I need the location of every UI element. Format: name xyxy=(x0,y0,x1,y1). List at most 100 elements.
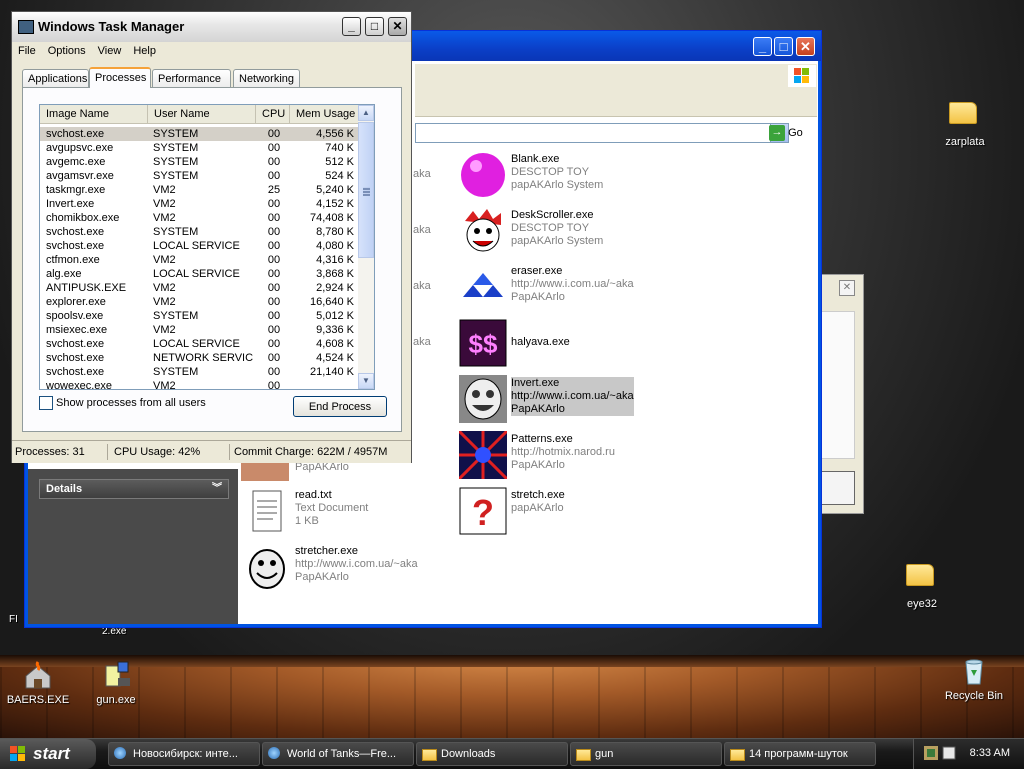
desktop-icon-zarplata[interactable]: zarplata xyxy=(925,96,1005,148)
process-list[interactable]: Image Name User Name CPU Mem Usage svcho… xyxy=(39,104,375,390)
process-user-name: SYSTEM xyxy=(153,156,199,168)
table-row[interactable]: svchost.exe SYSTEM 00 4,556 K xyxy=(40,127,360,141)
go-label: Go xyxy=(788,126,803,139)
window-title: Windows Task Manager xyxy=(38,19,185,34)
details-panel-header[interactable]: Details ︾ xyxy=(39,479,229,499)
process-cpu: 00 xyxy=(267,380,281,390)
start-button[interactable]: start xyxy=(0,739,96,769)
maximize-button[interactable]: □ xyxy=(365,17,384,36)
close-button[interactable]: ✕ xyxy=(796,37,815,56)
process-image-name: svchost.exe xyxy=(46,226,105,238)
process-user-name: SYSTEM xyxy=(153,170,199,182)
tab-networking[interactable]: Networking xyxy=(233,69,300,87)
folder-icon xyxy=(906,564,938,594)
column-cpu[interactable]: CPU xyxy=(256,105,290,123)
table-row[interactable]: svchost.exe LOCAL SERVICE 00 4,608 K xyxy=(40,337,360,351)
table-row[interactable]: svchost.exe SYSTEM 00 21,140 K xyxy=(40,365,360,379)
table-row[interactable]: spoolsv.exe SYSTEM 00 5,012 K xyxy=(40,309,360,323)
background-dialog: ✕ xyxy=(820,274,864,514)
table-row[interactable]: ANTIPUSK.EXE VM2 00 2,924 K xyxy=(40,281,360,295)
minimize-button[interactable]: _ xyxy=(342,17,361,36)
file-name: eraser.exe xyxy=(511,265,563,277)
scroll-up-icon[interactable]: ▲ xyxy=(358,105,374,121)
folder-icon xyxy=(730,749,745,761)
show-all-processes-checkbox[interactable]: Show processes from all users xyxy=(39,396,206,410)
go-button[interactable]: → Go xyxy=(769,125,803,141)
menu-file[interactable]: File xyxy=(12,42,42,60)
process-mem-usage: 9,336 K xyxy=(316,324,354,336)
taskbar-button[interactable]: 14 программ-шуток xyxy=(724,742,876,766)
tray-network-icon[interactable] xyxy=(924,746,938,760)
table-row[interactable]: ctfmon.exe VM2 00 4,316 K xyxy=(40,253,360,267)
process-mem-usage: 4,080 K xyxy=(316,240,354,252)
scroll-down-icon[interactable]: ▼ xyxy=(358,373,374,389)
file-name: Patterns.exe xyxy=(511,433,573,445)
table-row[interactable]: svchost.exe SYSTEM 00 8,780 K xyxy=(40,225,360,239)
table-row[interactable]: Invert.exe VM2 00 4,152 K xyxy=(40,197,360,211)
process-cpu: 00 xyxy=(267,296,281,308)
process-mem-usage: 524 K xyxy=(325,170,354,182)
taskbar-button[interactable]: Новосибирск: инте... xyxy=(108,742,260,766)
close-icon[interactable]: ✕ xyxy=(839,280,855,296)
tab-processes[interactable]: Processes xyxy=(89,67,151,88)
table-row[interactable]: avgamsvr.exe SYSTEM 00 524 K xyxy=(40,169,360,183)
table-row[interactable]: explorer.exe VM2 00 16,640 K xyxy=(40,295,360,309)
process-cpu: 00 xyxy=(267,366,281,378)
address-bar[interactable]: ▼ xyxy=(415,123,789,143)
house-fire-icon xyxy=(22,660,54,690)
maximize-button[interactable]: □ xyxy=(774,37,793,56)
windows-logo-icon xyxy=(788,65,816,87)
table-row[interactable]: svchost.exe NETWORK SERVICE 00 4,524 K xyxy=(40,351,360,365)
close-button[interactable]: ✕ xyxy=(388,17,407,36)
process-mem-usage: 4,524 K xyxy=(316,352,354,364)
table-row[interactable]: chomikbox.exe VM2 00 74,408 K xyxy=(40,211,360,225)
table-row[interactable]: wowexec.exe VM2 00 xyxy=(40,379,360,390)
checkbox-box[interactable] xyxy=(39,396,53,410)
menu-help[interactable]: Help xyxy=(127,42,162,60)
table-row[interactable]: svchost.exe LOCAL SERVICE 00 4,080 K xyxy=(40,239,360,253)
file-subtext-partial: aka xyxy=(413,280,431,292)
desktop-icon-baers[interactable]: BAERS.EXE xyxy=(0,660,78,706)
file-company: papAKArlo System xyxy=(511,179,604,191)
process-list-header: Image Name User Name CPU Mem Usage xyxy=(40,105,360,124)
column-image-name[interactable]: Image Name xyxy=(40,105,148,123)
taskbar-button[interactable]: Downloads xyxy=(416,742,568,766)
file-description: http://www.i.com.ua/~aka xyxy=(511,278,634,290)
process-image-name: svchost.exe xyxy=(46,128,105,140)
taskbar-button[interactable]: gun xyxy=(570,742,722,766)
taskbar: start Новосибирск: инте... World of Tank… xyxy=(0,738,1024,769)
taskbar-button-label: 14 программ-шуток xyxy=(749,748,848,760)
status-cpu-usage: CPU Usage: 42% xyxy=(110,444,230,460)
taskbar-button[interactable]: World of Tanks—Fre... xyxy=(262,742,414,766)
scrollbar-thumb[interactable]: ▬ ▬ ▬ xyxy=(358,122,374,258)
table-row[interactable]: avgemc.exe SYSTEM 00 512 K xyxy=(40,155,360,169)
folder-icon xyxy=(949,102,981,132)
table-row[interactable]: avgupsvc.exe SYSTEM 00 740 K xyxy=(40,141,360,155)
table-row[interactable]: alg.exe LOCAL SERVICE 00 3,868 K xyxy=(40,267,360,281)
tab-applications[interactable]: Applications xyxy=(22,69,89,87)
column-user-name[interactable]: User Name xyxy=(148,105,256,123)
desktop-icon-eye32[interactable]: eye32 xyxy=(882,558,962,610)
desktop-icon-gun[interactable]: gun.exe xyxy=(76,660,156,706)
column-mem-usage[interactable]: Mem Usage xyxy=(290,105,360,123)
desktop-icon-label: eye32 xyxy=(907,598,937,610)
end-process-button[interactable]: End Process xyxy=(293,396,387,417)
file-description: DESCTOP TOY xyxy=(511,222,590,234)
file-company: PapAKArlo xyxy=(295,571,349,583)
task-manager-title-bar[interactable]: Windows Task Manager _ □ ✕ xyxy=(12,12,411,43)
dialog-button[interactable] xyxy=(821,471,855,505)
taskbar-button-label: Новосибирск: инте... xyxy=(133,748,238,760)
file-description: Text Document xyxy=(295,502,369,514)
table-row[interactable]: taskmgr.exe VM2 25 5,240 K xyxy=(40,183,360,197)
computer-icon xyxy=(18,20,34,34)
tab-performance[interactable]: Performance xyxy=(152,69,231,87)
table-row[interactable]: msiexec.exe VM2 00 9,336 K xyxy=(40,323,360,337)
file-description: http://hotmix.narod.ru xyxy=(511,446,615,458)
desktop-icon-recycle-bin[interactable]: Recycle Bin xyxy=(934,656,1014,702)
menu-view[interactable]: View xyxy=(92,42,128,60)
vertical-scrollbar[interactable]: ▲ ▬ ▬ ▬ ▼ xyxy=(358,105,374,389)
menu-options[interactable]: Options xyxy=(42,42,92,60)
minimize-button[interactable]: _ xyxy=(753,37,772,56)
process-cpu: 00 xyxy=(267,212,281,224)
tray-program-icon[interactable] xyxy=(942,746,956,760)
